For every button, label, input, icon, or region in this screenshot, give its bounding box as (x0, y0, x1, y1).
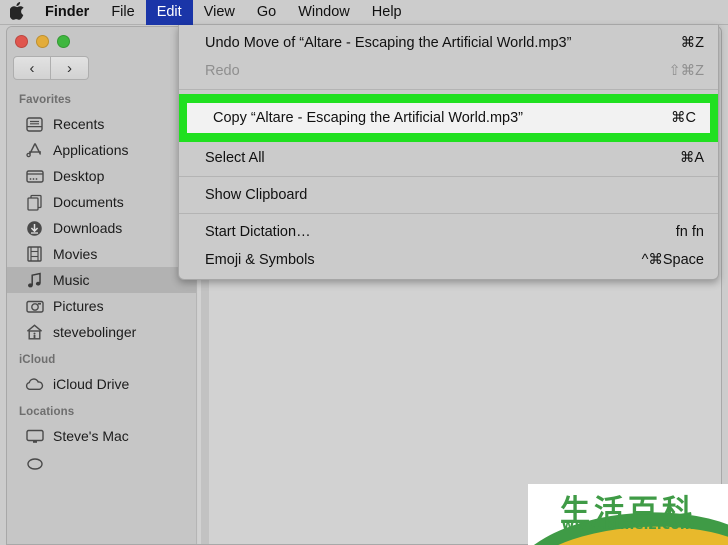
close-button[interactable] (15, 35, 28, 48)
menu-item-label: Start Dictation… (205, 224, 311, 240)
sidebar-item-applications[interactable]: Applications (7, 137, 196, 163)
minimize-button[interactable] (36, 35, 49, 48)
desktop-icon (25, 167, 44, 186)
traffic-lights (15, 35, 70, 48)
menu-item-shortcut: ⌘Z (680, 35, 704, 51)
sidebar-item-home[interactable]: stevebolinger (7, 319, 196, 345)
applications-icon (25, 141, 44, 160)
movies-icon (25, 245, 44, 264)
menubar-item-help[interactable]: Help (361, 0, 413, 25)
menu-item-copy[interactable]: Copy “Altare - Escaping the Artificial W… (187, 103, 710, 133)
menu-item-shortcut: ⌘A (679, 150, 704, 166)
sidebar-item-pictures[interactable]: Pictures (7, 293, 196, 319)
sidebar-item-label: iCloud Drive (53, 376, 130, 392)
sidebar-item-label: Documents (53, 194, 124, 210)
back-button[interactable]: ‹ (13, 56, 51, 80)
zoom-button[interactable] (57, 35, 70, 48)
sidebar-item-label: Downloads (53, 220, 123, 236)
pictures-icon (25, 297, 44, 316)
menubar-item-go[interactable]: Go (246, 0, 287, 25)
sidebar-item-label: Movies (53, 246, 98, 262)
menu-item-shortcut: ^⌘Space (641, 252, 704, 268)
sidebar-item-label: Steve's Mac (53, 428, 129, 444)
sidebar: ‹ › Favorites Recents Applications Deskt… (7, 27, 197, 544)
sidebar-item-label: Music (53, 272, 90, 288)
menubar-item-edit[interactable]: Edit (145, 0, 193, 25)
downloads-icon (25, 219, 44, 238)
sidebar-item-label: Recents (53, 116, 105, 132)
sidebar-item-label: Applications (53, 142, 129, 158)
edit-menu-dropdown: Undo Move of “Altare - Escaping the Arti… (178, 25, 719, 280)
sidebar-item-label: Desktop (53, 168, 105, 184)
menu-separator (179, 176, 718, 177)
menu-item-select-all[interactable]: Select All ⌘A (179, 144, 718, 172)
sidebar-item-desktop[interactable]: Desktop (7, 163, 196, 189)
menu-separator (179, 89, 718, 90)
menubar-item-view[interactable]: View (193, 0, 246, 25)
screen: Finder File Edit View Go Window Help ‹ › (0, 0, 728, 545)
home-icon (25, 323, 44, 342)
sidebar-item-music[interactable]: Music (7, 267, 196, 293)
recents-icon (25, 115, 44, 134)
menu-item-label: Undo Move of “Altare - Escaping the Arti… (205, 35, 572, 51)
sidebar-item-downloads[interactable]: Downloads (7, 215, 196, 241)
menu-item-start-dictation[interactable]: Start Dictation… fn fn (179, 218, 718, 246)
sidebar-section-favorites: Favorites (19, 94, 72, 106)
menu-item-show-clipboard[interactable]: Show Clipboard (179, 181, 718, 209)
menu-item-label: Show Clipboard (205, 187, 308, 203)
menu-item-emoji-symbols[interactable]: Emoji & Symbols ^⌘Space (179, 246, 718, 274)
watermark-url: www.bimeiz.com (561, 517, 695, 533)
sidebar-section-icloud: iCloud (19, 354, 56, 366)
sidebar-item-partial[interactable] (7, 449, 196, 475)
menu-item-label: Redo (205, 63, 240, 79)
sidebar-section-locations: Locations (19, 406, 75, 418)
sidebar-scroll-area: Favorites Recents Applications Desktop D… (7, 85, 196, 544)
sidebar-item-icloud-drive[interactable]: iCloud Drive (7, 371, 196, 397)
menu-item-undo[interactable]: Undo Move of “Altare - Escaping the Arti… (179, 29, 718, 57)
watermark: 生活百科 www.bimeiz.com (528, 484, 728, 545)
menu-item-shortcut: ⌘C (671, 110, 696, 126)
sidebar-item-documents[interactable]: Documents (7, 189, 196, 215)
menu-item-label: Emoji & Symbols (205, 252, 315, 268)
forward-button[interactable]: › (51, 56, 89, 80)
sidebar-item-label: Pictures (53, 298, 104, 314)
documents-icon (25, 193, 44, 212)
menubar-item-file[interactable]: File (100, 0, 145, 25)
menu-bar: Finder File Edit View Go Window Help (0, 0, 728, 25)
menu-item-redo: Redo ⇧⌘Z (179, 57, 718, 85)
sidebar-item-movies[interactable]: Movies (7, 241, 196, 267)
music-icon (25, 271, 44, 290)
apple-logo-icon[interactable] (0, 0, 34, 25)
disk-icon (25, 453, 44, 472)
sidebar-item-steves-mac[interactable]: Steve's Mac (7, 423, 196, 449)
menu-item-shortcut: fn fn (675, 224, 704, 240)
cloud-icon (25, 375, 44, 394)
menu-item-shortcut: ⇧⌘Z (668, 63, 704, 79)
navigation-buttons: ‹ › (13, 56, 89, 80)
sidebar-item-recents[interactable]: Recents (7, 111, 196, 137)
menu-separator (179, 213, 718, 214)
display-icon (25, 427, 44, 446)
highlight-annotation: Copy “Altare - Escaping the Artificial W… (179, 94, 718, 142)
menu-item-label: Select All (205, 150, 265, 166)
sidebar-item-label: stevebolinger (53, 324, 137, 340)
window-titlebar: ‹ › (7, 27, 196, 85)
menubar-item-window[interactable]: Window (287, 0, 361, 25)
menu-item-label: Copy “Altare - Escaping the Artificial W… (213, 110, 523, 126)
menubar-item-finder[interactable]: Finder (34, 0, 100, 25)
